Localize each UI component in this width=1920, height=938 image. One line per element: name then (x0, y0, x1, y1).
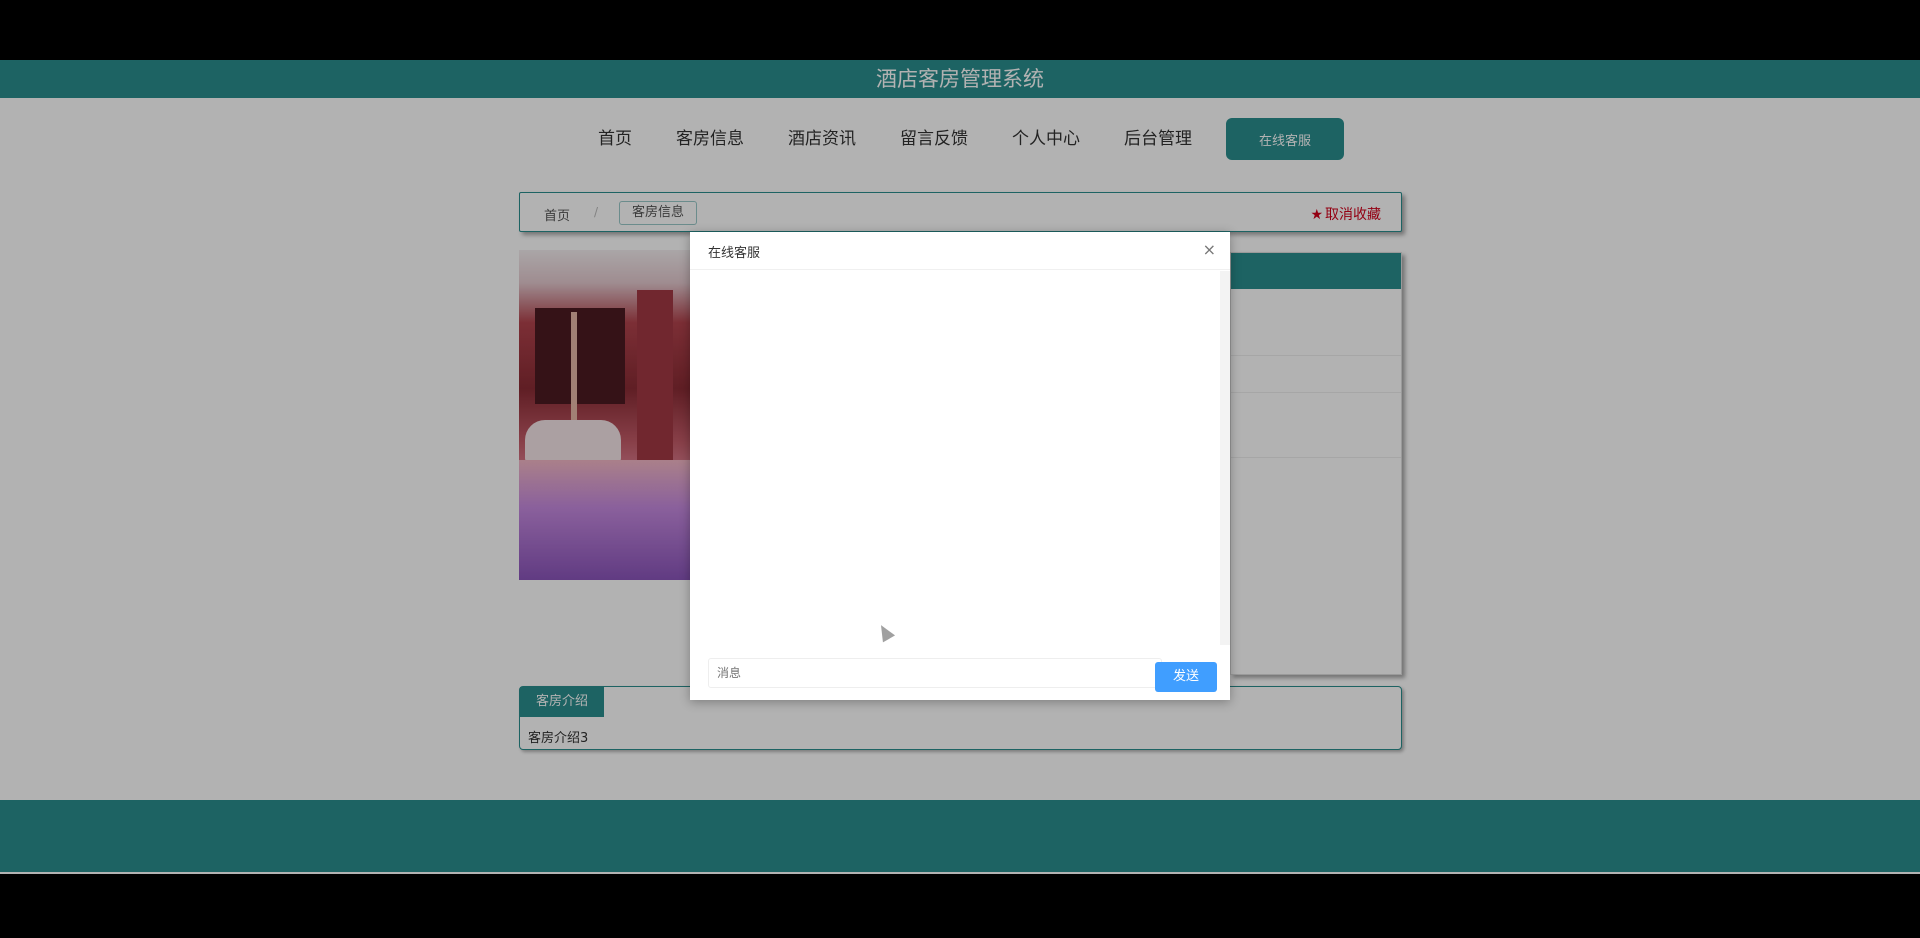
online-service-dialog: 在线客服 × 发送 (690, 232, 1230, 700)
send-button[interactable]: 发送 (1155, 662, 1217, 692)
close-icon[interactable]: × (1203, 241, 1216, 259)
chat-message-input[interactable] (708, 658, 1162, 688)
dialog-header: 在线客服 × (690, 232, 1230, 270)
screen: 酒店客房管理系统 首页 客房信息 酒店资讯 留言反馈 个人中心 后台管理 在线客… (0, 0, 1920, 938)
chat-scrollbar[interactable] (1220, 271, 1230, 645)
chat-message-area (690, 271, 1220, 645)
dialog-title: 在线客服 (708, 246, 761, 261)
